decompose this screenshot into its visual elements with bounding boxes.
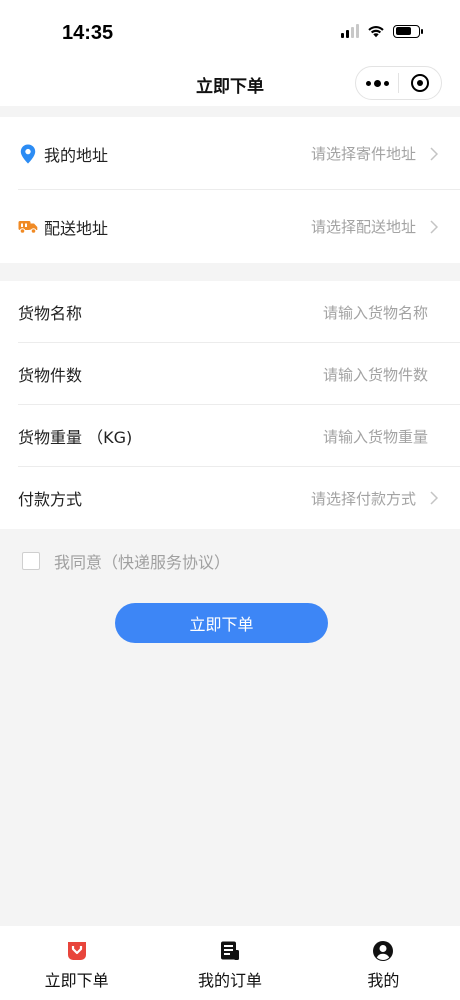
goods-count-label: 货物件数 bbox=[18, 366, 83, 385]
delivery-address-placeholder: 请选择配送地址 bbox=[310, 218, 416, 236]
mini-program-capsule bbox=[355, 66, 442, 100]
payment-method-placeholder: 请选择付款方式 bbox=[310, 489, 416, 508]
delivery-truck-icon bbox=[18, 217, 38, 237]
delivery-address-row[interactable]: 配送地址 请选择配送地址 bbox=[0, 190, 460, 263]
location-pin-icon bbox=[18, 144, 38, 164]
goods-count-input[interactable]: 请输入货物件数 bbox=[323, 364, 428, 385]
chevron-right-icon bbox=[428, 490, 440, 506]
goods-name-row[interactable]: 货物名称 请输入货物名称 bbox=[0, 281, 460, 343]
close-mini-program-icon[interactable] bbox=[399, 74, 441, 92]
tab-profile[interactable]: 我的 bbox=[307, 926, 460, 1000]
signal-icon bbox=[341, 24, 359, 38]
agreement-row: 我同意（快递服务协议） bbox=[22, 549, 230, 573]
address-section: 我的地址 请选择寄件地址 配送地址 请选择配送地址 bbox=[0, 117, 460, 263]
tab-bar: 立即下单 我的订单 我的 bbox=[0, 926, 460, 1000]
tab-place-order-label: 立即下单 bbox=[44, 971, 109, 990]
more-menu-icon[interactable] bbox=[356, 79, 398, 87]
payment-method-row[interactable]: 付款方式 请选择付款方式 bbox=[0, 467, 460, 529]
order-box-icon bbox=[66, 938, 88, 964]
wifi-icon bbox=[368, 26, 384, 38]
agreement-text[interactable]: 我同意（快递服务协议） bbox=[54, 549, 230, 573]
goods-weight-label: 货物重量 （KG) bbox=[18, 428, 133, 447]
goods-name-input[interactable]: 请输入货物名称 bbox=[323, 302, 428, 323]
chevron-right-icon bbox=[428, 146, 440, 162]
goods-section: 货物名称 请输入货物名称 货物件数 请输入货物件数 货物重量 （KG) 请输入货… bbox=[0, 281, 460, 529]
nav-bar: 立即下单 bbox=[0, 62, 460, 106]
status-icons bbox=[341, 24, 423, 38]
goods-count-row[interactable]: 货物件数 请输入货物件数 bbox=[0, 343, 460, 405]
payment-method-label: 付款方式 bbox=[18, 490, 83, 509]
chevron-right-icon bbox=[428, 219, 440, 235]
tab-my-orders[interactable]: 我的订单 bbox=[153, 926, 306, 1000]
sender-address-placeholder: 请选择寄件地址 bbox=[310, 145, 416, 163]
goods-weight-input[interactable]: 请输入货物重量 bbox=[323, 426, 428, 447]
order-list-icon bbox=[219, 938, 241, 964]
tab-profile-label: 我的 bbox=[367, 971, 400, 990]
goods-weight-row[interactable]: 货物重量 （KG) 请输入货物重量 bbox=[0, 405, 460, 467]
goods-name-label: 货物名称 bbox=[18, 304, 83, 323]
sender-address-label: 我的地址 bbox=[44, 145, 109, 165]
status-bar: 14:35 bbox=[0, 0, 460, 62]
delivery-address-label: 配送地址 bbox=[44, 218, 109, 238]
user-profile-icon bbox=[372, 938, 394, 964]
agreement-checkbox[interactable] bbox=[22, 552, 40, 570]
status-time: 14:35 bbox=[62, 22, 114, 44]
submit-order-button[interactable]: 立即下单 bbox=[115, 603, 328, 643]
tab-my-orders-label: 我的订单 bbox=[197, 971, 262, 990]
tab-place-order[interactable]: 立即下单 bbox=[0, 926, 153, 1000]
battery-icon bbox=[393, 24, 423, 38]
sender-address-row[interactable]: 我的地址 请选择寄件地址 bbox=[0, 117, 460, 190]
